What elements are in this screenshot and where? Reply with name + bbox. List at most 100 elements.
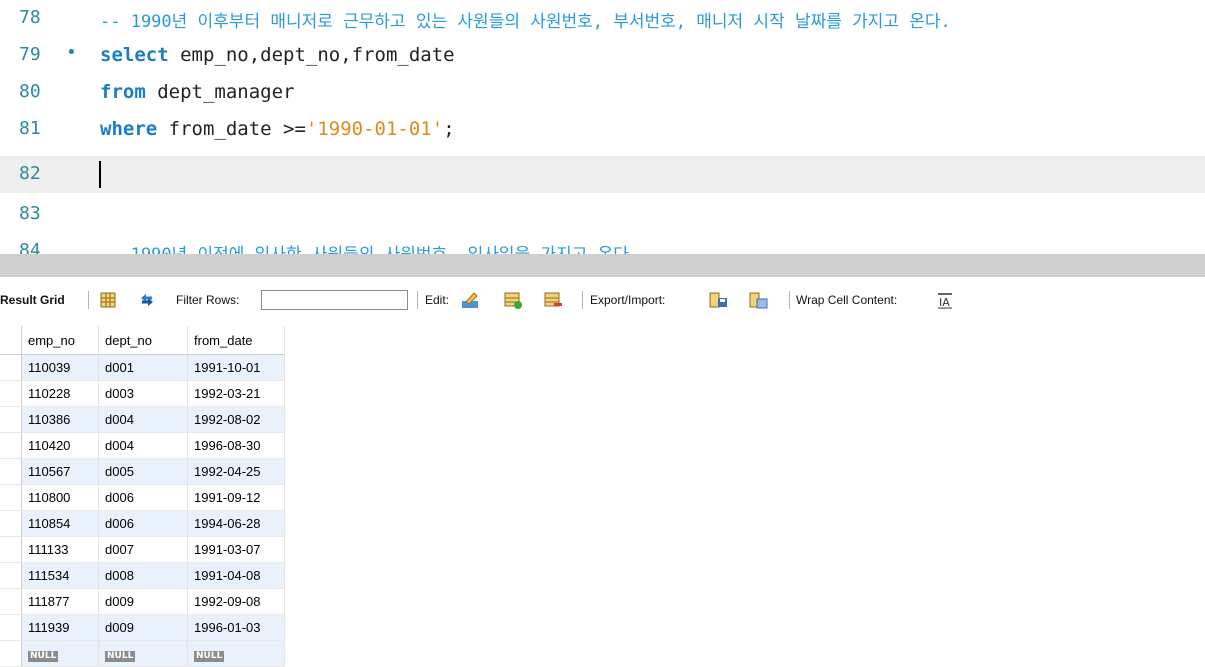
line-number: 79 [19, 44, 41, 65]
cell-from-date[interactable]: 1991-04-08 [187, 562, 285, 589]
code-line-84[interactable]: 84 -- 1990년 이전에 입사한 사원들의 사원번호, 입사일을 가지고 … [0, 233, 1205, 254]
wrap-text-icon[interactable]: IA [935, 290, 955, 310]
code-line-82-current[interactable]: 82 [0, 156, 1205, 193]
export-icon[interactable] [708, 290, 728, 310]
table-row[interactable]: 111939 d009 1996-01-03 [0, 614, 285, 641]
cell-dept-no[interactable]: d006 [98, 484, 188, 511]
filter-rows-input[interactable] [261, 290, 408, 310]
column-header-dept-no[interactable]: dept_no [98, 326, 188, 355]
cell-from-date[interactable]: 1992-09-08 [187, 588, 285, 615]
table-row[interactable]: 111534 d008 1991-04-08 [0, 562, 285, 589]
row-header[interactable] [0, 432, 22, 459]
table-row[interactable]: 110039 d001 1991-10-01 [0, 354, 285, 381]
row-header[interactable] [0, 588, 22, 615]
cell-emp-no[interactable]: 111133 [21, 536, 99, 563]
cell-emp-no[interactable]: 111939 [21, 614, 99, 641]
cell-dept-no[interactable]: d005 [98, 458, 188, 485]
code-line-78[interactable]: 78 -- 1990년 이후부터 매니저로 근무하고 있는 사원들의 사원번호,… [0, 0, 1205, 37]
column-header-from-date[interactable]: from_date [187, 326, 285, 355]
toggle-refresh-icon[interactable] [137, 290, 157, 310]
line-number: 83 [19, 203, 41, 224]
grid-view-icon[interactable] [98, 290, 118, 310]
code-line-80[interactable]: 80 from dept_manager [0, 74, 1205, 111]
cell-from-date[interactable]: 1994-06-28 [187, 510, 285, 537]
table-row[interactable]: 110420 d004 1996-08-30 [0, 432, 285, 459]
grid-body: 110039 d001 1991-10-01 110228 d003 1992-03-21… [0, 354, 285, 667]
code-text: from dept_manager [100, 81, 294, 103]
cell-dept-no[interactable]: d004 [98, 406, 188, 433]
code-line-79[interactable]: 79 • select emp_no,dept_no,from_date [0, 37, 1205, 74]
cell-from-date[interactable]: 1992-04-25 [187, 458, 285, 485]
row-header[interactable] [0, 484, 22, 511]
table-row[interactable]: 110800 d006 1991-09-12 [0, 484, 285, 511]
null-badge: NULL [194, 650, 225, 662]
table-row[interactable]: 110567 d005 1992-04-25 [0, 458, 285, 485]
filter-rows-label: Filter Rows: [176, 293, 240, 307]
row-header[interactable] [0, 458, 22, 485]
row-header[interactable] [0, 406, 22, 433]
row-header[interactable] [0, 510, 22, 537]
cell-from-date[interactable]: 1991-09-12 [187, 484, 285, 511]
row-header[interactable] [0, 562, 22, 589]
cell-emp-no[interactable]: 111877 [21, 588, 99, 615]
result-grid-tab[interactable]: Result Grid [0, 293, 65, 307]
cell-dept-no[interactable]: d008 [98, 562, 188, 589]
wrap-cell-content-label: Wrap Cell Content: [796, 293, 898, 307]
table-row[interactable]: 111133 d007 1991-03-07 [0, 536, 285, 563]
panel-splitter[interactable] [0, 254, 1205, 277]
cell-dept-no[interactable]: d003 [98, 380, 188, 407]
cell-dept-no[interactable]: d009 [98, 614, 188, 641]
cell-dept-no[interactable]: d004 [98, 432, 188, 459]
svg-text:IA: IA [939, 296, 950, 309]
code-rest: dept_manager [145, 81, 295, 103]
comment-text: -- 1990년 이후부터 매니저로 근무하고 있는 사원들의 사원번호, 부서… [100, 12, 951, 32]
cell-from-date[interactable]: 1992-03-21 [187, 380, 285, 407]
cell-emp-no[interactable]: 110228 [21, 380, 99, 407]
cell-from-date[interactable]: 1992-08-02 [187, 406, 285, 433]
cell-dept-no[interactable]: d006 [98, 510, 188, 537]
edit-label: Edit: [425, 293, 450, 307]
row-header[interactable] [0, 380, 22, 407]
result-toolbar: Result Grid Filter Rows: Edit: Export/Im… [0, 277, 1205, 326]
cell-dept-no[interactable]: d009 [98, 588, 188, 615]
null-badge: NULL [105, 650, 136, 662]
cell-from-date[interactable]: 1996-08-30 [187, 432, 285, 459]
string-literal: '1990-01-01' [305, 118, 444, 140]
code-line-83[interactable]: 83 [0, 196, 1205, 233]
cell-emp-no[interactable]: 110039 [21, 354, 99, 381]
row-header[interactable] [0, 536, 22, 563]
delete-row-icon[interactable] [543, 290, 563, 310]
null-badge: NULL [28, 650, 59, 662]
row-header[interactable] [0, 614, 22, 641]
code-line-81[interactable]: 81 where from_date >='1990-01-01'; [0, 111, 1205, 148]
line-number: 81 [19, 118, 41, 139]
line-number: 78 [19, 7, 41, 28]
table-row[interactable]: 111877 d009 1992-09-08 [0, 588, 285, 615]
column-header-emp-no[interactable]: emp_no [21, 326, 99, 355]
cell-emp-no[interactable]: 110854 [21, 510, 99, 537]
cell-from-date[interactable]: 1996-01-03 [187, 614, 285, 641]
comment-text: -- 1990년 이전에 입사한 사원들의 사원번호, 입사일을 가지고 온다. [100, 240, 639, 254]
add-row-icon[interactable] [503, 290, 523, 310]
cell-emp-no[interactable]: 110420 [21, 432, 99, 459]
cell-emp-no[interactable]: 110386 [21, 406, 99, 433]
result-table: emp_no dept_no from_date 110039 d001 1991-… [0, 326, 285, 667]
row-header-corner[interactable] [0, 326, 22, 355]
cell-emp-no[interactable]: 110800 [21, 484, 99, 511]
result-grid[interactable]: emp_no dept_no from_date 110039 d001 1991-… [0, 326, 1205, 667]
cell-emp-no[interactable]: 111534 [21, 562, 99, 589]
cell-emp-no[interactable]: 110567 [21, 458, 99, 485]
keyword: where [100, 118, 158, 140]
table-row[interactable]: 110228 d003 1992-03-21 [0, 380, 285, 407]
line-number: 82 [19, 163, 41, 184]
table-row[interactable]: 110854 d006 1994-06-28 [0, 510, 285, 537]
cell-dept-no[interactable]: d007 [98, 536, 188, 563]
edit-row-icon[interactable] [460, 290, 480, 310]
import-icon[interactable] [748, 290, 768, 310]
table-row[interactable]: 110386 d004 1992-08-02 [0, 406, 285, 433]
cell-dept-no[interactable]: d001 [98, 354, 188, 381]
row-header[interactable] [0, 354, 22, 381]
cell-from-date[interactable]: 1991-10-01 [187, 354, 285, 381]
cell-from-date[interactable]: 1991-03-07 [187, 536, 285, 563]
sql-editor[interactable]: 78 -- 1990년 이후부터 매니저로 근무하고 있는 사원들의 사원번호,… [0, 0, 1205, 254]
